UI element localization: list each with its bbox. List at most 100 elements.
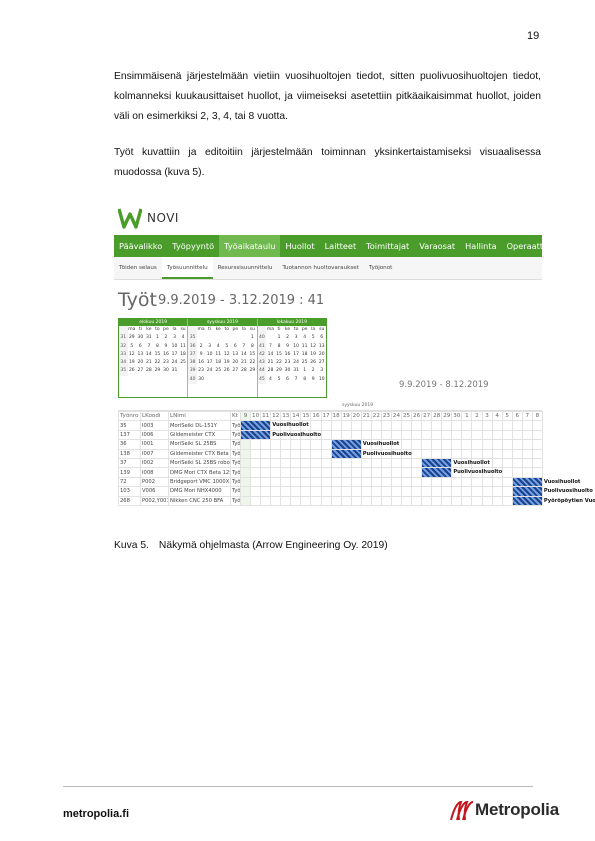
calendar-day[interactable]: 3 bbox=[205, 343, 214, 351]
column-header[interactable]: LNimi bbox=[168, 410, 231, 422]
calendar-day[interactable]: 11 bbox=[179, 343, 188, 351]
calendar-day[interactable]: 24 bbox=[205, 367, 214, 375]
calendar-day[interactable]: 27 bbox=[231, 367, 240, 375]
calendar-day[interactable]: 18 bbox=[179, 351, 188, 359]
calendar-day[interactable]: 13 bbox=[136, 351, 145, 359]
calendar-day[interactable]: 30 bbox=[197, 376, 206, 384]
calendar-day[interactable]: 1 bbox=[275, 334, 284, 342]
calendar-day[interactable]: 4 bbox=[300, 334, 309, 342]
calendar-day[interactable]: 30 bbox=[283, 367, 292, 375]
main-nav-item[interactable]: Huollot bbox=[280, 235, 319, 257]
calendar-day[interactable]: 28 bbox=[266, 367, 275, 375]
calendar-day[interactable]: 23 bbox=[162, 359, 171, 367]
calendar-day[interactable]: 27 bbox=[317, 359, 326, 367]
calendar-day[interactable]: 27 bbox=[136, 367, 145, 375]
calendar-day[interactable]: 1 bbox=[153, 334, 162, 342]
calendar-day[interactable]: 21 bbox=[266, 359, 275, 367]
calendar-day[interactable]: 16 bbox=[283, 351, 292, 359]
calendar-day[interactable]: 28 bbox=[240, 367, 249, 375]
calendar-day[interactable]: 10 bbox=[170, 343, 179, 351]
calendar-day[interactable]: 21 bbox=[240, 359, 249, 367]
calendar-day[interactable]: 5 bbox=[128, 343, 137, 351]
table-row[interactable]: 35 I003 MoriSeiki DL-151Y Työ Vuosihuollot bbox=[118, 420, 543, 431]
calendar-day[interactable]: 17 bbox=[292, 351, 301, 359]
main-nav-item[interactable]: Työpyyntö bbox=[167, 235, 219, 257]
calendar-day[interactable]: 26 bbox=[222, 367, 231, 375]
calendar-month-label[interactable]: lokakuu 2019 bbox=[257, 319, 326, 326]
column-header[interactable]: Työnro bbox=[118, 410, 141, 422]
calendar-day[interactable]: 4 bbox=[266, 376, 275, 384]
calendar-day[interactable]: 2 bbox=[283, 334, 292, 342]
table-row[interactable]: 37 I002 MoriSeiki SL 25BS robot Työ Vuosihuo… bbox=[118, 457, 543, 469]
calendar-day[interactable]: 29 bbox=[128, 334, 137, 342]
calendar-day[interactable]: 15 bbox=[153, 351, 162, 359]
calendar-day[interactable]: 2 bbox=[162, 334, 171, 342]
calendar-day[interactable]: 20 bbox=[231, 359, 240, 367]
calendar-day[interactable]: 19 bbox=[222, 359, 231, 367]
calendar-month-label[interactable]: syyskuu 2019 bbox=[188, 319, 257, 326]
calendar-day[interactable]: 2 bbox=[309, 367, 318, 375]
sub-nav-tab[interactable]: Resurssisuunnittelu bbox=[213, 257, 278, 279]
calendar-day[interactable]: 12 bbox=[309, 343, 318, 351]
calendar-day[interactable]: 7 bbox=[266, 343, 275, 351]
calendar-day[interactable]: 31 bbox=[292, 367, 301, 375]
calendar-day[interactable]: 20 bbox=[317, 351, 326, 359]
calendar-month-label[interactable]: elokuu 2019 bbox=[119, 319, 188, 326]
table-row[interactable]: 72 P002 Bridgeport VMC 1000X Työ Vuosihuollo… bbox=[118, 476, 580, 488]
calendar-day[interactable]: 25 bbox=[179, 359, 188, 367]
calendar-day[interactable]: 14 bbox=[240, 351, 249, 359]
main-nav-item[interactable]: Varaosat bbox=[414, 235, 460, 257]
calendar-day[interactable]: 14 bbox=[145, 351, 154, 359]
calendar-day[interactable]: 22 bbox=[248, 359, 257, 367]
calendar-day[interactable]: 1 bbox=[300, 367, 309, 375]
calendar-day[interactable]: 6 bbox=[231, 343, 240, 351]
calendar-day[interactable]: 5 bbox=[275, 376, 284, 384]
calendar-day[interactable]: 19 bbox=[128, 359, 137, 367]
calendar-day[interactable]: 18 bbox=[300, 351, 309, 359]
calendar-day[interactable]: 1 bbox=[248, 334, 257, 342]
calendar-day[interactable]: 8 bbox=[248, 343, 257, 351]
calendar-day[interactable]: 26 bbox=[128, 367, 137, 375]
main-nav-item[interactable]: Toimittajat bbox=[361, 235, 414, 257]
sub-nav-tab[interactable]: Tuotannon huoltovaraukset bbox=[277, 257, 363, 279]
calendar-day[interactable]: 17 bbox=[205, 359, 214, 367]
calendar-day[interactable]: 7 bbox=[292, 376, 301, 384]
calendar-day[interactable]: 30 bbox=[136, 334, 145, 342]
column-header[interactable]: Kt bbox=[230, 410, 241, 422]
calendar-day[interactable]: 24 bbox=[292, 359, 301, 367]
calendar-day[interactable]: 24 bbox=[170, 359, 179, 367]
calendar-day[interactable]: 25 bbox=[214, 367, 223, 375]
table-row[interactable]: 139 I008 DMG Mori CTX Beta 1250 Työ Puolivuo… bbox=[118, 467, 543, 478]
calendar-day[interactable]: 23 bbox=[283, 359, 292, 367]
calendar-day[interactable]: 10 bbox=[205, 351, 214, 359]
calendar-day[interactable]: 13 bbox=[231, 351, 240, 359]
calendar-day[interactable]: 9 bbox=[309, 376, 318, 384]
calendar-day[interactable]: 29 bbox=[153, 367, 162, 375]
calendar-day[interactable]: 12 bbox=[128, 351, 137, 359]
sub-nav-tab[interactable]: Töiden selaus bbox=[114, 257, 162, 279]
calendar-day[interactable]: 22 bbox=[153, 359, 162, 367]
calendar-day[interactable]: 16 bbox=[197, 359, 206, 367]
calendar-day[interactable]: 3 bbox=[170, 334, 179, 342]
calendar-day[interactable]: 7 bbox=[145, 343, 154, 351]
calendar-day[interactable]: 16 bbox=[162, 351, 171, 359]
calendar-day[interactable]: 4 bbox=[214, 343, 223, 351]
table-row[interactable]: 36 I001 MoriSeiki SL 25BS Työ Vuosihuollot bbox=[118, 439, 543, 450]
calendar-day[interactable]: 12 bbox=[222, 351, 231, 359]
table-row[interactable]: 137 I006 Gildemeister CTX Työ Puolivuosihuol… bbox=[118, 429, 543, 441]
calendar-day[interactable]: 13 bbox=[317, 343, 326, 351]
calendar-day[interactable]: 20 bbox=[136, 359, 145, 367]
table-row[interactable]: 268 P002,Y001 Nikken CNC 250 BFA Työ Pyöröpö… bbox=[118, 495, 595, 506]
calendar-day[interactable]: 9 bbox=[283, 343, 292, 351]
calendar-day[interactable]: 2 bbox=[197, 343, 206, 351]
calendar-day[interactable]: 5 bbox=[309, 334, 318, 342]
calendar-day[interactable]: 17 bbox=[170, 351, 179, 359]
calendar-day[interactable]: 10 bbox=[292, 343, 301, 351]
calendar-day[interactable]: 9 bbox=[197, 351, 206, 359]
main-nav-item[interactable]: Laitteet bbox=[320, 235, 362, 257]
calendar-day[interactable]: 30 bbox=[162, 367, 171, 375]
calendar-day[interactable]: 19 bbox=[309, 351, 318, 359]
calendar-day[interactable]: 6 bbox=[317, 334, 326, 342]
table-row[interactable]: 103 V006 DMG Mori NHX4000 Työ Puolivuosihuol… bbox=[118, 486, 593, 497]
sub-nav-tab[interactable]: Työjonot bbox=[364, 257, 397, 279]
